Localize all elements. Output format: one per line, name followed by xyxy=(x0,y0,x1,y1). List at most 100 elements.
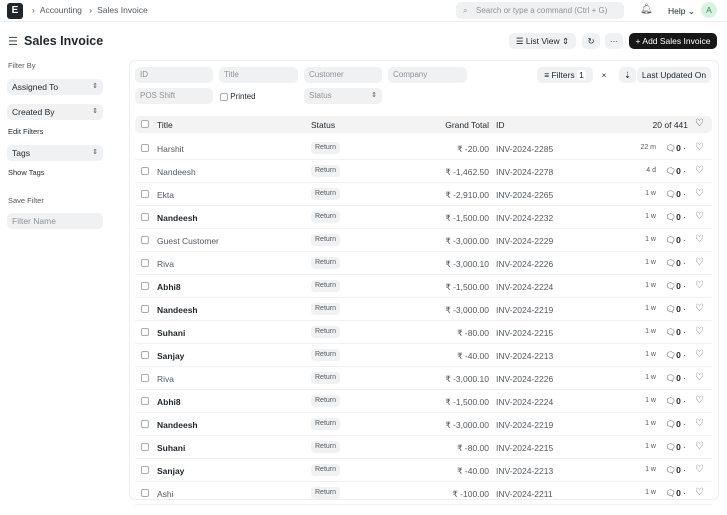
heart-icon[interactable]: ♡ xyxy=(695,234,704,245)
table-row[interactable]: Ashi Return ₹ -100.00 INV-2024-2211 1 w … xyxy=(135,482,712,505)
row-checkbox[interactable] xyxy=(141,144,149,152)
select-all-checkbox[interactable] xyxy=(141,120,149,128)
table-row[interactable]: Nandeesh Return ₹ -1,462.50 INV-2024-227… xyxy=(135,160,712,183)
row-title[interactable]: Ekta xyxy=(157,190,174,200)
heart-icon[interactable]: ♡ xyxy=(695,441,704,452)
table-row[interactable]: Sanjay Return ₹ -40.00 INV-2024-2213 1 w… xyxy=(135,459,712,482)
add-sales-invoice-button[interactable]: + Add Sales Invoice xyxy=(629,33,717,49)
breadcrumb-sales-invoice[interactable]: Sales Invoice xyxy=(97,5,148,15)
heart-icon[interactable]: ♡ xyxy=(695,418,704,429)
row-title[interactable]: Nandeesh xyxy=(157,305,198,315)
title-filter-input[interactable]: Title xyxy=(219,67,298,83)
show-tags-link[interactable]: Show Tags xyxy=(8,168,45,177)
row-checkbox[interactable] xyxy=(141,282,149,290)
search-bar[interactable]: ⌕ Search or type a command (Ctrl + G) xyxy=(456,2,624,19)
filters-button[interactable]: ≡ Filters 1 xyxy=(537,67,593,83)
row-title[interactable]: Abhi8 xyxy=(157,397,181,407)
row-checkbox[interactable] xyxy=(141,305,149,313)
notification-bell-icon[interactable]: 🔔︎ xyxy=(640,4,653,15)
comment-count: 🗨︎0 · xyxy=(665,304,686,314)
table-row[interactable]: Suhani Return ₹ -80.00 INV-2024-2215 1 w… xyxy=(135,436,712,459)
breadcrumb-accounting[interactable]: Accounting xyxy=(40,5,82,15)
heart-icon[interactable]: ♡ xyxy=(695,464,704,475)
heart-icon[interactable]: ♡ xyxy=(695,142,704,153)
row-title[interactable]: Guest Customer xyxy=(157,236,219,246)
row-title[interactable]: Suhani xyxy=(157,328,185,338)
heart-icon[interactable]: ♡ xyxy=(695,395,704,406)
checkbox[interactable] xyxy=(220,92,228,101)
heart-icon[interactable]: ♡ xyxy=(695,118,704,129)
heart-icon[interactable]: ♡ xyxy=(695,280,704,291)
sort-direction-button[interactable]: ⇣ xyxy=(619,67,636,83)
filter-name-input[interactable]: Filter Name xyxy=(7,213,103,229)
row-checkbox[interactable] xyxy=(141,236,149,244)
heart-icon[interactable]: ♡ xyxy=(695,257,704,268)
assigned-to-select[interactable]: Assigned To ⇕ xyxy=(7,79,103,95)
customer-filter-input[interactable]: Customer xyxy=(304,67,382,83)
heart-icon[interactable]: ♡ xyxy=(695,211,704,222)
row-title[interactable]: Ashi xyxy=(157,489,174,499)
row-checkbox[interactable] xyxy=(141,259,149,267)
company-filter-input[interactable]: Company xyxy=(388,67,467,83)
avatar[interactable]: A xyxy=(701,2,717,18)
row-checkbox[interactable] xyxy=(141,489,149,497)
row-title[interactable]: Harshit xyxy=(157,144,184,154)
help-dropdown[interactable]: Help ⌄ xyxy=(668,6,695,17)
printed-checkbox[interactable]: Printed xyxy=(220,92,256,101)
refresh-button[interactable]: ↻ xyxy=(582,33,600,49)
status-filter-select[interactable]: Status ⇕ xyxy=(304,88,382,104)
id-filter-input[interactable]: ID xyxy=(135,67,213,83)
row-title[interactable]: Abhi8 xyxy=(157,282,181,292)
sidebar-toggle-icon[interactable]: ☰ xyxy=(8,35,18,48)
heart-icon[interactable]: ♡ xyxy=(695,349,704,360)
comment-count-value: 0 xyxy=(676,143,681,153)
row-title[interactable]: Nandeesh xyxy=(157,167,196,177)
table-row[interactable]: Abhi8 Return ₹ -1,500.00 INV-2024-2224 1… xyxy=(135,275,712,298)
heart-icon[interactable]: ♡ xyxy=(695,326,704,337)
table-row[interactable]: Nandeesh Return ₹ -3,000.00 INV-2024-221… xyxy=(135,298,712,321)
tags-select[interactable]: Tags ⇕ xyxy=(7,145,103,161)
list-view-button[interactable]: ☰ List View ⇕ xyxy=(509,33,576,49)
pos-shift-filter-input[interactable]: POS Shift xyxy=(135,88,213,104)
row-title[interactable]: Sanjay xyxy=(157,466,184,476)
row-checkbox[interactable] xyxy=(141,443,149,451)
created-by-select[interactable]: Created By ⇕ xyxy=(7,104,103,120)
heart-icon[interactable]: ♡ xyxy=(695,487,704,498)
row-checkbox[interactable] xyxy=(141,397,149,405)
row-checkbox[interactable] xyxy=(141,328,149,336)
clear-filters-button[interactable]: × xyxy=(595,67,613,83)
row-checkbox[interactable] xyxy=(141,167,149,175)
edit-filters-link[interactable]: Edit Filters xyxy=(8,127,43,136)
table-row[interactable]: Abhi8 Return ₹ -1,500.00 INV-2024-2224 1… xyxy=(135,390,712,413)
more-button[interactable]: ··· xyxy=(605,33,623,49)
comment-count-value: 0 xyxy=(676,304,681,314)
row-checkbox[interactable] xyxy=(141,466,149,474)
row-checkbox[interactable] xyxy=(141,374,149,382)
table-row[interactable]: Guest Customer Return ₹ -3,000.00 INV-20… xyxy=(135,229,712,252)
sort-by-button[interactable]: Last Updated On xyxy=(637,67,711,83)
row-title[interactable]: Riva xyxy=(157,374,174,384)
row-title[interactable]: Suhani xyxy=(157,443,185,453)
table-row[interactable]: Riva Return ₹ -3,000.10 INV-2024-2226 1 … xyxy=(135,367,712,390)
table-row[interactable]: Nandeesh Return ₹ -1,500.00 INV-2024-223… xyxy=(135,206,712,229)
row-checkbox[interactable] xyxy=(141,420,149,428)
row-checkbox[interactable] xyxy=(141,213,149,221)
table-row[interactable]: Suhani Return ₹ -80.00 INV-2024-2215 1 w… xyxy=(135,321,712,344)
table-row[interactable]: Riva Return ₹ -3,000.10 INV-2024-2226 1 … xyxy=(135,252,712,275)
heart-icon[interactable]: ♡ xyxy=(695,188,704,199)
table-row[interactable]: Sanjay Return ₹ -40.00 INV-2024-2213 1 w… xyxy=(135,344,712,367)
top-navbar: E › Accounting › Sales Invoice ⌕ Search or … xyxy=(0,0,727,22)
heart-icon[interactable]: ♡ xyxy=(695,372,704,383)
row-title[interactable]: Riva xyxy=(157,259,174,269)
row-title[interactable]: Nandeesh xyxy=(157,420,198,430)
app-logo[interactable]: E xyxy=(7,3,23,19)
heart-icon[interactable]: ♡ xyxy=(695,303,704,314)
row-title[interactable]: Sanjay xyxy=(157,351,184,361)
row-checkbox[interactable] xyxy=(141,190,149,198)
table-row[interactable]: Ekta Return ₹ -2,910.00 INV-2024-2265 1 … xyxy=(135,183,712,206)
row-checkbox[interactable] xyxy=(141,351,149,359)
table-row[interactable]: Harshit Return ₹ -20.00 INV-2024-2285 22… xyxy=(135,137,712,160)
table-row[interactable]: Nandeesh Return ₹ -3,000.00 INV-2024-221… xyxy=(135,413,712,436)
row-title[interactable]: Nandeesh xyxy=(157,213,198,223)
heart-icon[interactable]: ♡ xyxy=(695,165,704,176)
